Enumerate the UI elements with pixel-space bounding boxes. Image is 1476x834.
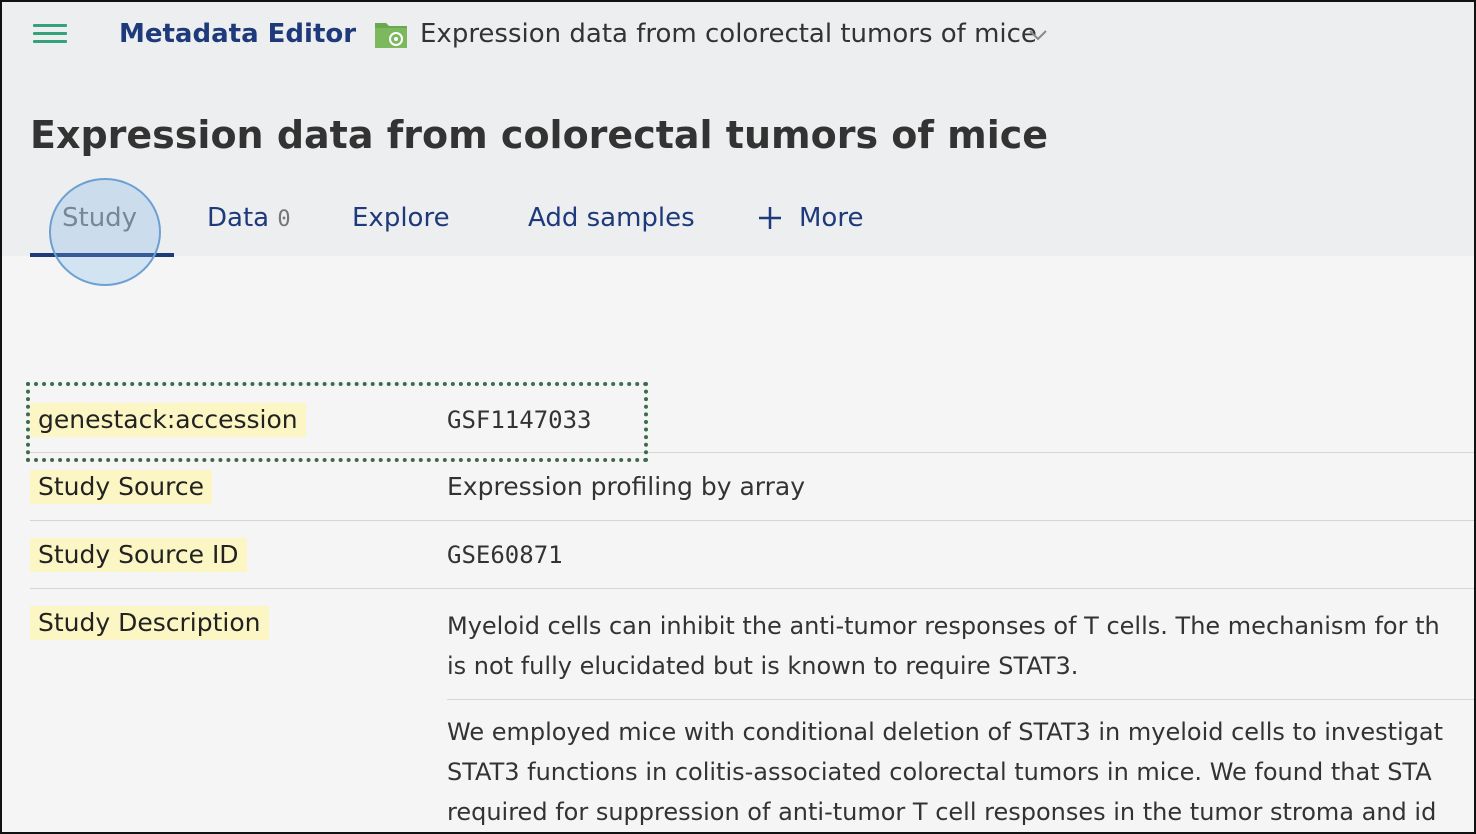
tab-data-label: Data xyxy=(207,203,270,233)
description-paragraph[interactable]: We employed mice with conditional deleti… xyxy=(447,712,1474,832)
description-line: is not fully elucidated but is known to … xyxy=(447,652,1079,680)
tab-data[interactable]: Data 0 xyxy=(207,200,291,238)
metadata-key: Study Source xyxy=(30,470,212,504)
metadata-key: Study Description xyxy=(30,606,269,640)
description-line: required for suppression of anti-tumor T… xyxy=(447,798,1437,826)
description-divider xyxy=(447,699,1474,700)
description-line: STAT3 functions in colitis-associated co… xyxy=(447,758,1432,786)
active-tab-indicator xyxy=(30,253,174,257)
plus-icon[interactable] xyxy=(757,205,783,231)
metadata-value[interactable]: GSE60871 xyxy=(447,535,563,575)
folder-icon xyxy=(375,23,407,48)
description-paragraph[interactable]: Myeloid cells can inhibit the anti-tumor… xyxy=(447,606,1474,686)
menu-icon[interactable] xyxy=(33,24,67,44)
metadata-value[interactable]: GSF1147033 xyxy=(447,400,592,440)
page-title: Expression data from colorectal tumors o… xyxy=(30,113,1049,157)
app-window: Metadata Editor Expression data from col… xyxy=(0,0,1476,834)
tab-explore[interactable]: Explore xyxy=(352,200,450,236)
description-line: We employed mice with conditional deleti… xyxy=(447,718,1444,746)
metadata-row-study-source-id: Study Source ID GSE60871 xyxy=(30,521,1474,589)
metadata-row-study-source: Study Source Expression profiling by arr… xyxy=(30,453,1474,521)
metadata-key: genestack:accession xyxy=(30,403,306,437)
tab-more[interactable]: More xyxy=(799,200,863,236)
metadata-key: Study Source ID xyxy=(30,538,247,572)
tab-study[interactable]: Study xyxy=(62,200,137,236)
tab-add-samples[interactable]: Add samples xyxy=(528,200,695,236)
app-name[interactable]: Metadata Editor xyxy=(119,16,356,52)
metadata-row-accession: genestack:accession GSF1147033 xyxy=(30,386,1474,453)
breadcrumb[interactable]: Expression data from colorectal tumors o… xyxy=(420,16,1037,52)
metadata-value[interactable]: Expression profiling by array xyxy=(447,467,805,507)
description-line: Myeloid cells can inhibit the anti-tumor… xyxy=(447,612,1440,640)
page-header: Metadata Editor Expression data from col… xyxy=(2,2,1474,256)
tab-bar: Study Data 0 Explore Add samples More xyxy=(2,192,1002,256)
tab-data-count: 0 xyxy=(277,207,291,232)
chevron-down-icon[interactable] xyxy=(1027,24,1049,46)
